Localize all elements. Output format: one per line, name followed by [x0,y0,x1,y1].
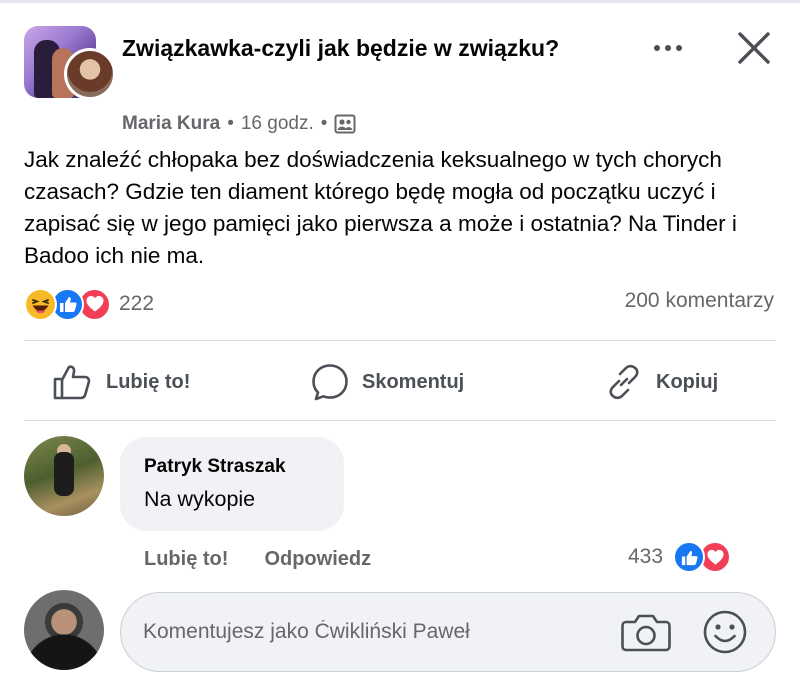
comment-label: Skomentuj [362,370,465,393]
commenter-avatar[interactable] [24,436,104,516]
post-meta: Maria Kura • 16 godz. • [122,112,356,136]
like-reaction-icon [673,541,706,573]
reaction-summary[interactable]: 222 [24,286,154,322]
comment-reactions[interactable]: 433 [628,541,732,573]
copy-label: Kopiuj [656,370,719,393]
top-divider [0,0,800,3]
comment-bubble: Patryk Straszak Na wykopie [120,437,344,531]
post-author[interactable]: Maria Kura [122,113,220,135]
like-label: Lubię to! [106,370,191,393]
divider [24,340,776,341]
comment-button[interactable]: Skomentuj [310,360,464,404]
group-avatar[interactable] [24,26,116,102]
meta-separator: • [320,113,328,134]
divider [24,420,776,421]
comment-count[interactable]: 200 komentarzy [625,289,774,313]
members-icon [334,113,356,135]
link-icon [609,364,639,400]
group-name[interactable]: Związkawka-czyli jak będzie w związku? [122,28,592,68]
comment-author[interactable]: Patryk Straszak [144,455,344,479]
reaction-count: 222 [119,292,155,315]
current-user-avatar[interactable] [24,590,104,670]
close-button[interactable] [734,28,774,68]
post-text: Jak znaleźć chłopaka bez doświadczenia k… [24,147,737,268]
camera-button[interactable] [620,608,672,656]
thumbs-up-icon [53,365,91,400]
haha-reaction-icon [24,287,57,321]
more-options-button[interactable] [648,34,688,62]
comment-like-button[interactable]: Lubię to! [144,548,228,571]
smiley-icon [703,610,747,654]
post-time[interactable]: 16 godz. [241,113,314,135]
comment-actions: Lubię to! Odpowiedz [144,544,371,574]
comment-reply-button[interactable]: Odpowiedz [264,548,371,571]
emoji-button[interactable] [700,608,750,656]
comment-text: Na wykopie [144,487,256,511]
speech-bubble-icon [312,364,348,401]
copy-link-button[interactable]: Kopiuj [604,360,718,404]
meta-separator: • [227,113,234,134]
close-icon [738,32,770,64]
camera-icon [621,614,671,652]
author-avatar[interactable] [64,48,116,100]
like-button[interactable]: Lubię to! [52,360,190,404]
comment-input[interactable] [120,592,776,672]
comment-reaction-count: 433 [628,545,664,568]
